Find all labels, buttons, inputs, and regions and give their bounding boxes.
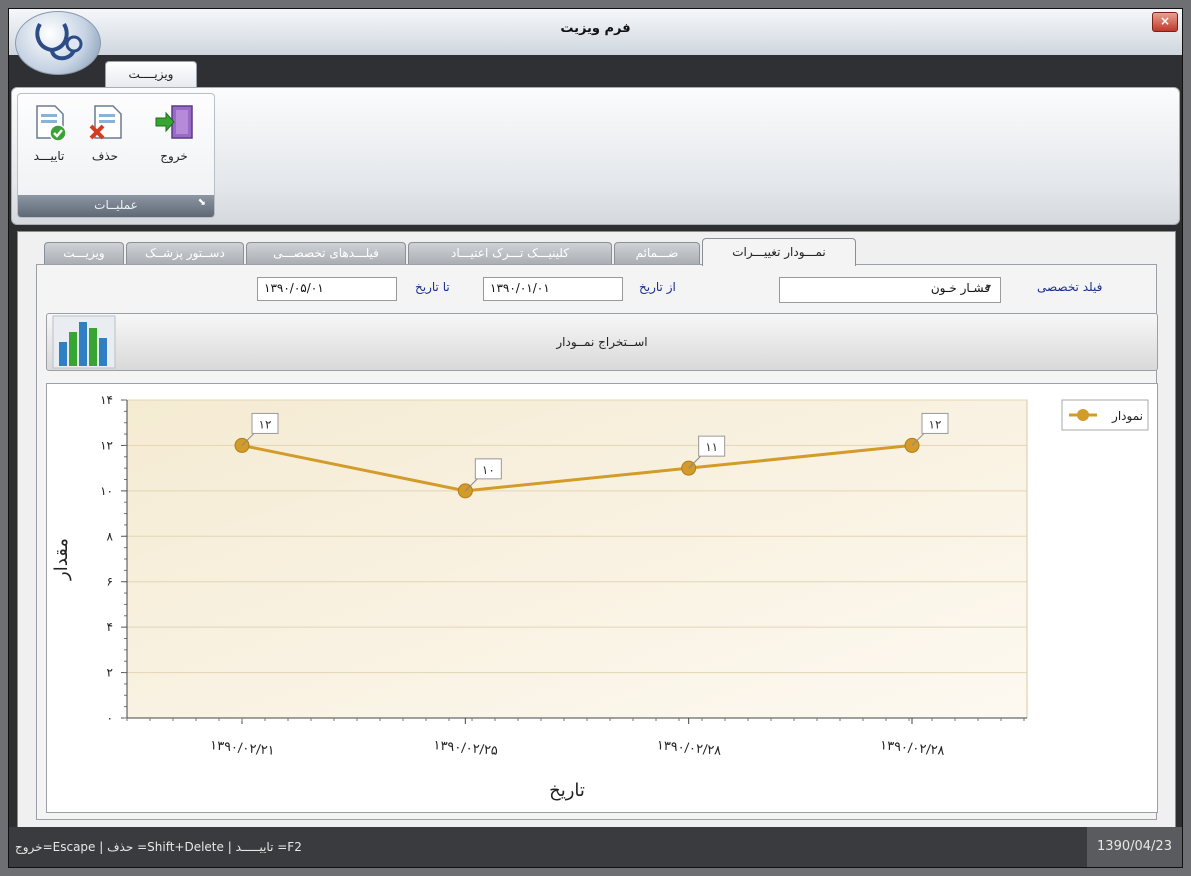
data-label: ۱۲	[259, 417, 272, 431]
legend-label: نمودار	[1111, 409, 1143, 424]
tab-attachments[interactable]: ضـــمائم	[614, 242, 700, 265]
title-bar: فرم ویزیت ×	[9, 9, 1182, 56]
operations-group-label: عملیــات ⬊	[18, 195, 214, 217]
specialty-field-value: فشـار خـون	[930, 281, 990, 295]
stethoscope-icon	[35, 22, 83, 61]
close-button[interactable]: ×	[1152, 12, 1178, 32]
x-axis-title: تاریخ	[549, 780, 585, 801]
to-date-input[interactable]: ۱۳۹۰/۰۵/۰۱	[257, 277, 397, 301]
y-tick-label: ۱۲	[100, 438, 113, 452]
document-check-icon	[36, 105, 67, 142]
chart-tab-page: فیلد تخصصی فشـار خـون ▾ از تاریخ ۱۳۹۰/۰۱…	[36, 264, 1158, 820]
document-delete-icon	[89, 105, 122, 140]
y-tick-label: ۱۰	[100, 484, 113, 498]
app-menu-button[interactable]	[15, 11, 101, 75]
ribbon-tab-visit[interactable]: ویزیــــت	[105, 61, 197, 88]
ribbon-tab-strip: ویزیــــت	[9, 55, 1182, 88]
dropdown-arrow-icon[interactable]: ▾	[986, 282, 991, 293]
specialty-field-select[interactable]: فشـار خـون ▾	[779, 277, 1001, 303]
status-bar: خروج=Escape | حذف =Shift+Delete | تاییــ…	[9, 827, 1182, 867]
shortcut-hints: خروج=Escape | حذف =Shift+Delete | تاییــ…	[15, 840, 302, 854]
from-date-input[interactable]: ۱۳۹۰/۰۱/۰۱	[483, 277, 623, 301]
y-tick-label: ۸	[107, 529, 114, 543]
y-tick-label: ۰	[107, 711, 113, 725]
to-date-label: تا تاریخ	[415, 280, 450, 294]
dialog-launcher-icon[interactable]: ⬊	[198, 192, 206, 213]
y-axis-title: مقدار	[51, 538, 72, 581]
confirm-label: تاییـــد	[33, 149, 65, 163]
x-tick-label: ۱۳۹۰/۰۲/۲۸	[879, 738, 945, 759]
ribbon: تاییـــد حذف خروج عملیــات ⬊	[11, 87, 1180, 225]
data-label: ۱۱	[705, 440, 718, 454]
y-tick-label: ۲	[107, 666, 113, 680]
x-tick-label: ۱۳۹۰/۰۲/۲۵	[433, 738, 499, 759]
specialty-field-label: فیلد تخصصی	[1037, 280, 1103, 294]
extract-chart-label: اســتخراج نمــودار	[556, 335, 648, 349]
exit-button[interactable]: خروج	[144, 104, 204, 163]
tab-addiction-clinic[interactable]: کلینیـــک تـــرک اعتیـــاد	[408, 242, 612, 265]
x-tick-label: ۱۳۹۰/۰۲/۲۱	[209, 738, 275, 759]
tab-visit[interactable]: ویزیـــت	[44, 242, 124, 265]
tab-specialty-fields[interactable]: فیلـــدهای تخصصـــی	[246, 242, 406, 265]
status-date: 1390/04/23	[1087, 827, 1182, 867]
line-chart: ۰ ۲ ۴ ۶ ۸ ۱۰ ۱۲ ۱۴ ۱۳۹۰/۰۲/۲۱ ۱۳۹۰/۰۲/۲۵ ۱۳۹۰/۰۲/۲…	[51, 393, 1149, 801]
confirm-button[interactable]: تاییـــد	[24, 104, 74, 163]
page-tabs: ویزیـــت دســتور پزشــک فیلـــدهای تخصصـ…	[44, 238, 924, 266]
data-label: ۱۰	[482, 463, 495, 477]
exit-label: خروج	[160, 149, 188, 163]
from-date-label: از تاریخ	[639, 280, 676, 294]
data-label: ۱۲	[929, 417, 942, 431]
x-tick-label: ۱۳۹۰/۰۲/۲۸	[656, 738, 722, 759]
delete-label: حذف	[91, 149, 119, 163]
window-title: فرم ویزیت	[560, 21, 631, 36]
operations-group: تاییـــد حذف خروج عملیــات ⬊	[17, 93, 215, 218]
chart-panel: ۰ ۲ ۴ ۶ ۸ ۱۰ ۱۲ ۱۴ ۱۳۹۰/۰۲/۲۱ ۱۳۹۰/۰۲/۲۵ ۱۳۹۰/۰۲/۲…	[46, 383, 1158, 813]
main-content: ویزیـــت دســتور پزشــک فیلـــدهای تخصصـ…	[17, 231, 1176, 828]
extract-chart-button[interactable]: اســتخراج نمــودار	[46, 313, 1158, 371]
tab-changes-chart[interactable]: نمـــودار تغییـــرات	[702, 238, 856, 266]
y-tick-label: ۶	[107, 575, 113, 589]
visit-form-window: فرم ویزیت × ویزیــــت تاییـــد حذف خروج …	[8, 8, 1183, 868]
delete-button[interactable]: حذف	[84, 104, 126, 163]
y-tick-label: ۴	[107, 620, 113, 634]
exit-door-icon	[155, 105, 193, 139]
tab-doctor-orders[interactable]: دســتور پزشــک	[126, 242, 244, 265]
legend-marker	[1077, 409, 1089, 421]
y-tick-label: ۱۴	[100, 393, 113, 407]
group-label-text: عملیــات	[94, 198, 138, 212]
